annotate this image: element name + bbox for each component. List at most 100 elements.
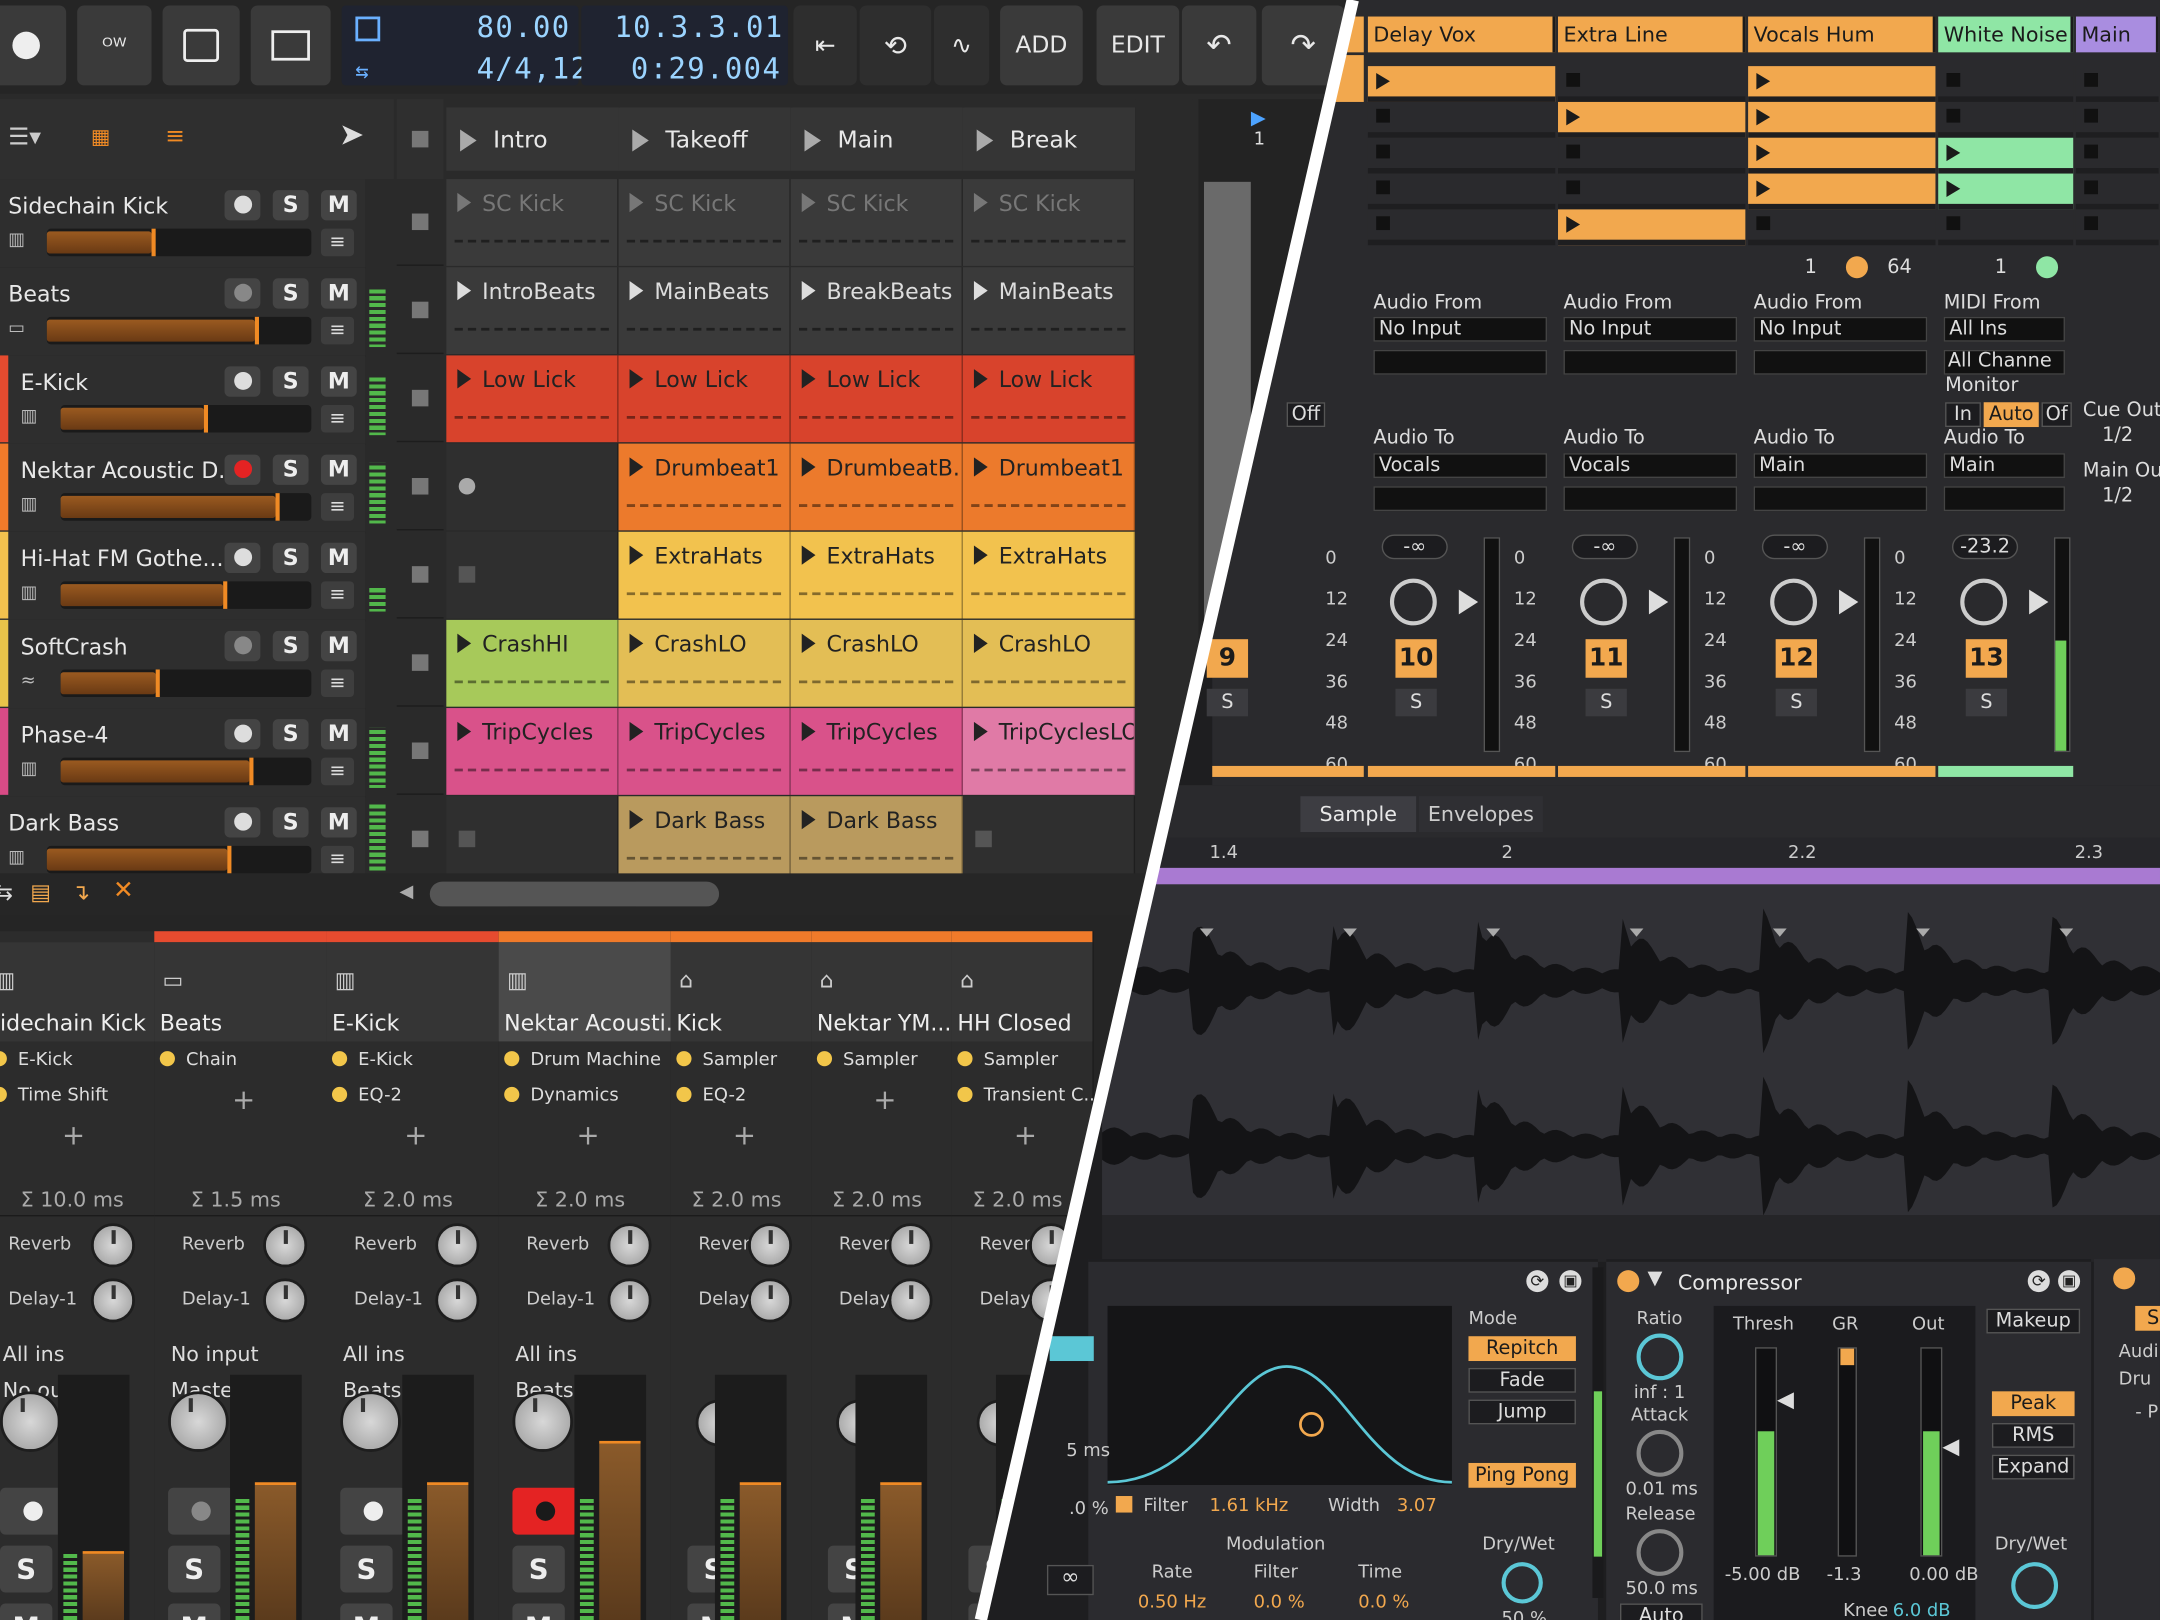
- clip-play-icon[interactable]: [629, 633, 644, 653]
- thresh-meter[interactable]: [1754, 1347, 1778, 1557]
- overdub-button[interactable]: [162, 5, 240, 86]
- mute-button[interactable]: M: [320, 190, 357, 221]
- clip-play-icon[interactable]: [1566, 216, 1581, 233]
- clip[interactable]: [1748, 137, 1936, 174]
- add-button[interactable]: ADD: [1000, 5, 1083, 86]
- empty-clip-slot[interactable]: [446, 531, 619, 619]
- refresh-icon[interactable]: ⟳: [2027, 1270, 2050, 1293]
- out-meter[interactable]: [1920, 1347, 1943, 1557]
- release-knob[interactable]: [1636, 1529, 1684, 1576]
- add-device-icon[interactable]: +: [232, 1083, 255, 1116]
- clip-play-icon[interactable]: [801, 369, 816, 389]
- volume-arrow-icon[interactable]: [2029, 589, 2049, 615]
- track-name[interactable]: SoftCrash: [21, 634, 128, 660]
- device-power-icon[interactable]: [2113, 1267, 2136, 1290]
- knee-value[interactable]: 6.0 dB: [1893, 1601, 1951, 1620]
- input-channel-select[interactable]: [1563, 349, 1738, 375]
- sync-toggle[interactable]: [1049, 1336, 1094, 1362]
- scene-launch-icon[interactable]: [460, 129, 477, 152]
- pan-knob[interactable]: [1580, 578, 1627, 626]
- clip[interactable]: SC Kick: [790, 179, 963, 266]
- send-knob[interactable]: [888, 1278, 933, 1323]
- comp-drywet-knob[interactable]: [2011, 1562, 2059, 1609]
- empty-clip-slot[interactable]: [446, 443, 619, 531]
- clip-stop-icon[interactable]: [1566, 144, 1581, 159]
- mute-button[interactable]: M: [340, 1603, 393, 1620]
- clip[interactable]: [1558, 209, 1746, 246]
- stop-icon[interactable]: [411, 654, 429, 671]
- clip-play-icon[interactable]: [457, 281, 472, 301]
- device-slot[interactable]: E-Kick: [0, 1050, 73, 1070]
- stop-icon[interactable]: [458, 830, 476, 848]
- output-channel-select[interactable]: [1563, 486, 1738, 512]
- clip[interactable]: Dark Bass: [790, 796, 963, 884]
- sidechain-button[interactable]: Si: [2135, 1305, 2160, 1331]
- send-knob[interactable]: [607, 1223, 652, 1268]
- device-power-icon[interactable]: [1617, 1270, 1640, 1293]
- output-select[interactable]: Main: [1943, 453, 2065, 479]
- scroll-left-icon[interactable]: ◀: [399, 882, 413, 903]
- track-name[interactable]: Hi-Hat FM Gothe...: [21, 546, 224, 572]
- clip[interactable]: [1558, 101, 1746, 138]
- empty-clip-slot[interactable]: [2075, 209, 2159, 246]
- device-slot[interactable]: Sampler: [957, 1050, 1058, 1070]
- empty-clip-slot[interactable]: [1938, 66, 2074, 102]
- track-title[interactable]: Vocals Hum: [1748, 16, 1936, 53]
- clip-play-icon[interactable]: [973, 721, 988, 742]
- device-slot[interactable]: Transient C...: [957, 1086, 1101, 1106]
- device-slot[interactable]: Dynamics: [504, 1086, 619, 1106]
- clip-stop-icon[interactable]: [2084, 180, 2099, 195]
- mute-button[interactable]: M: [320, 719, 357, 750]
- monitor-auto-button[interactable]: Auto: [1983, 402, 2039, 428]
- swap-icon[interactable]: ⇆: [0, 879, 13, 905]
- mode-repitch[interactable]: Repitch: [1468, 1336, 1576, 1362]
- tempo-value[interactable]: 80.00: [477, 11, 571, 44]
- clip[interactable]: [1748, 173, 1936, 210]
- scene-3[interactable]: Break: [962, 107, 1137, 171]
- clip-play-icon[interactable]: [1756, 180, 1771, 197]
- record-mode-button[interactable]: [0, 5, 67, 86]
- volume-handle[interactable]: [223, 581, 228, 609]
- waveform-display[interactable]: [1102, 884, 2160, 1216]
- solo-button[interactable]: S: [272, 719, 309, 750]
- solo-button[interactable]: S: [1395, 688, 1437, 717]
- volume-slider[interactable]: [60, 757, 312, 786]
- undo-button[interactable]: ↶: [1181, 5, 1257, 86]
- clip[interactable]: [1748, 66, 1936, 102]
- clip-stop-icon[interactable]: [1566, 180, 1581, 195]
- track-header[interactable]: Beats S M ▭ ≡: [0, 267, 366, 357]
- track-name[interactable]: Sidechain Kick: [8, 193, 168, 219]
- output-channel-select[interactable]: [1373, 486, 1547, 512]
- add-device-icon[interactable]: +: [577, 1119, 600, 1152]
- device-slot[interactable]: E-Kick: [331, 1050, 413, 1070]
- close-icon[interactable]: ✕: [113, 876, 134, 905]
- stop-icon[interactable]: [411, 830, 429, 848]
- auto-release-button[interactable]: Auto: [1619, 1603, 1703, 1620]
- volume-arrow-icon[interactable]: [1458, 589, 1479, 615]
- filter-toggle[interactable]: [1115, 1496, 1133, 1513]
- volume-fader[interactable]: [230, 1374, 302, 1620]
- clip[interactable]: Low Lick: [790, 355, 963, 443]
- record-arm-button[interactable]: [224, 366, 261, 397]
- clip-play-icon[interactable]: [801, 809, 816, 830]
- solo-button[interactable]: S: [272, 807, 309, 838]
- send-knob[interactable]: [607, 1278, 652, 1323]
- empty-clip-slot[interactable]: [1367, 173, 1556, 210]
- clip-play-icon[interactable]: [801, 633, 816, 653]
- clip[interactable]: Drumbeat1: [618, 443, 791, 531]
- track-header[interactable]: Dark Bass S M ▥ ≡: [0, 796, 366, 886]
- clip-play-icon[interactable]: [801, 457, 816, 477]
- main-out-value[interactable]: 1/2: [2102, 485, 2133, 507]
- volume-slider[interactable]: [60, 493, 312, 521]
- empty-clip-slot[interactable]: [1748, 209, 1936, 246]
- record-arm-button[interactable]: [224, 454, 261, 485]
- track-name[interactable]: Beats: [8, 281, 70, 307]
- scene-launch-icon[interactable]: [976, 129, 994, 152]
- track-stop-cell[interactable]: [396, 619, 444, 707]
- scene-launch-icon[interactable]: [632, 129, 649, 152]
- empty-clip-slot[interactable]: [446, 796, 619, 884]
- makeup-button[interactable]: Makeup: [1986, 1308, 2081, 1334]
- mute-button[interactable]: M: [320, 454, 357, 485]
- warp-marker-icon[interactable]: [1486, 928, 1501, 937]
- clip-play-icon[interactable]: [629, 809, 644, 830]
